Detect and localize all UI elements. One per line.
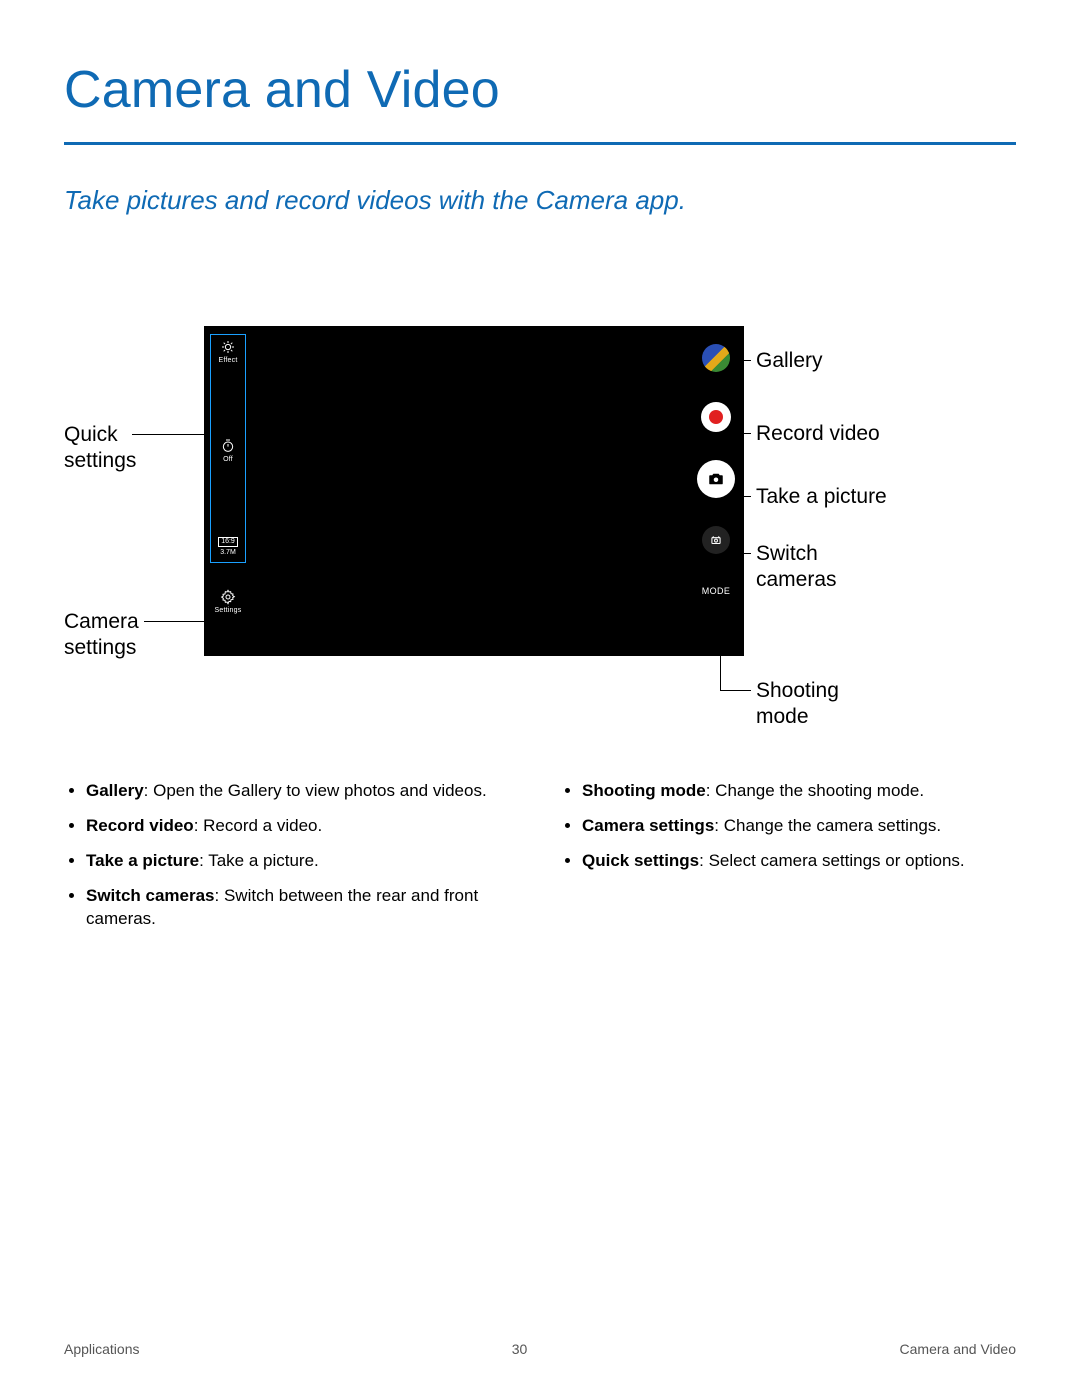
effect-label: Effect — [219, 357, 238, 364]
gallery-thumbnail-icon — [702, 344, 730, 372]
bullet-column-left: Gallery: Open the Gallery to view photos… — [64, 780, 520, 943]
bullet-term: Switch cameras — [86, 886, 215, 905]
callout-quick-settings: Quick settings — [64, 422, 136, 475]
leader-quick-settings — [132, 434, 208, 435]
page-title: Camera and Video — [64, 60, 1016, 120]
bullet-term: Quick settings — [582, 851, 699, 870]
gallery-button[interactable] — [700, 342, 732, 374]
switch-camera-icon — [709, 533, 723, 547]
timer-icon[interactable]: Off — [220, 438, 236, 463]
callout-gallery: Gallery — [756, 348, 823, 374]
leader-take-picture — [736, 496, 751, 497]
camera-left-panel: Effect Off 16:9 3.7M — [204, 326, 252, 656]
bullet-term: Take a picture — [86, 851, 199, 870]
take-picture-button[interactable] — [697, 460, 735, 498]
leader-gallery — [731, 360, 751, 361]
callout-camera-settings: Camera settings — [64, 609, 139, 662]
bullet-term: Shooting mode — [582, 781, 706, 800]
bullet-term: Gallery — [86, 781, 144, 800]
bullet-term: Camera settings — [582, 816, 714, 835]
callout-take-picture: Take a picture — [756, 484, 887, 510]
record-video-button[interactable] — [701, 402, 731, 432]
effect-icon[interactable]: Effect — [219, 339, 238, 364]
switch-cameras-button[interactable] — [702, 526, 730, 554]
callout-shooting-mode: Shooting mode — [756, 678, 839, 731]
page-footer: Applications 30 Camera and Video — [64, 1341, 1016, 1357]
bullet-item: Switch cameras: Switch between the rear … — [86, 885, 520, 931]
bullet-desc: : Open the Gallery to view photos and vi… — [144, 781, 487, 800]
bullet-item: Gallery: Open the Gallery to view photos… — [86, 780, 520, 803]
bullet-item: Shooting mode: Change the shooting mode. — [582, 780, 1016, 803]
bullet-desc: : Change the camera settings. — [714, 816, 941, 835]
figure-area: Effect Off 16:9 3.7M — [64, 326, 1016, 756]
bullet-desc: : Take a picture. — [199, 851, 319, 870]
callout-record-video: Record video — [756, 421, 880, 447]
callout-switch-cameras: Switch cameras — [756, 541, 837, 594]
leader-shooting-mode-h — [720, 690, 751, 691]
quick-settings-panel[interactable]: Effect Off 16:9 3.7M — [210, 334, 246, 563]
bullet-item: Record video: Record a video. — [86, 815, 520, 838]
leader-switch-cameras — [728, 553, 751, 554]
manual-page: Camera and Video Take pictures and recor… — [0, 0, 1080, 1397]
record-dot-icon — [709, 410, 723, 424]
leader-shooting-mode-v — [720, 629, 721, 690]
footer-page-number: 30 — [512, 1341, 528, 1357]
aspect-ratio-icon[interactable]: 16:9 3.7M — [218, 537, 238, 556]
camera-screenshot: Effect Off 16:9 3.7M — [204, 326, 744, 656]
page-subtitle: Take pictures and record videos with the… — [64, 185, 1016, 216]
bullet-item: Camera settings: Change the camera setti… — [582, 815, 1016, 838]
mode-button[interactable]: MODE — [702, 586, 731, 596]
bullet-desc: : Select camera settings or options. — [699, 851, 965, 870]
aspect-ratio-label: 16:9 — [218, 537, 238, 547]
camera-icon — [707, 470, 725, 488]
footer-right: Camera and Video — [900, 1341, 1016, 1357]
leader-record-video — [731, 433, 751, 434]
leader-camera-settings — [144, 621, 216, 622]
bullet-term: Record video — [86, 816, 194, 835]
bullet-item: Quick settings: Select camera settings o… — [582, 850, 1016, 873]
megapixel-label: 3.7M — [220, 549, 236, 556]
camera-settings-button[interactable]: Settings — [215, 589, 242, 614]
footer-left: Applications — [64, 1341, 140, 1357]
bullet-desc: : Change the shooting mode. — [706, 781, 924, 800]
bullet-column-right: Shooting mode: Change the shooting mode.… — [560, 780, 1016, 943]
camera-right-panel: MODE — [688, 326, 744, 656]
title-rule — [64, 142, 1016, 145]
camera-settings-label: Settings — [215, 607, 242, 614]
bullet-item: Take a picture: Take a picture. — [86, 850, 520, 873]
bullet-desc: : Record a video. — [194, 816, 323, 835]
bullet-columns: Gallery: Open the Gallery to view photos… — [64, 780, 1016, 943]
timer-label: Off — [223, 456, 233, 463]
